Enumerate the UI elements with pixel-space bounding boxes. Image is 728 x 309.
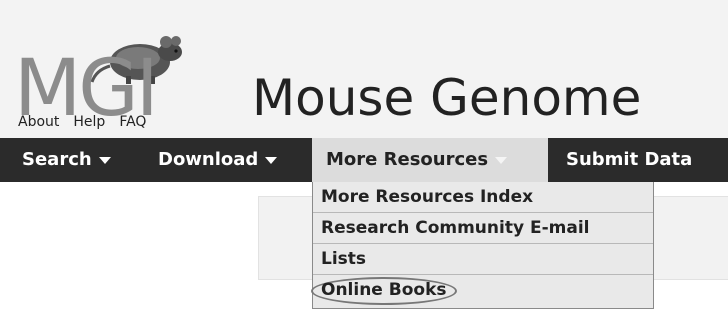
faq-link[interactable]: FAQ [119,114,146,130]
nav-submit-data-label: Submit Data [566,149,693,170]
menu-item-label: Online Books [321,280,447,300]
about-link[interactable]: About [18,114,59,130]
chevron-down-icon [495,156,508,164]
help-link[interactable]: Help [73,114,105,130]
site-title: Mouse Genome [252,69,642,127]
nav-more-resources-label: More Resources [326,149,489,170]
menu-item-label: Research Community E-mail [321,218,590,238]
menu-item-label: More Resources Index [321,187,534,207]
menu-item-research-community-email[interactable]: Research Community E-mail [313,213,653,244]
logo-links: About Help FAQ [18,114,146,130]
more-resources-menu: More Resources Index Research Community … [311,182,654,309]
mgi-logo[interactable]: MGI About Help FAQ [10,22,182,134]
nav-submit-data[interactable]: Submit Data [566,138,692,182]
nav-search[interactable]: Search [22,138,111,182]
main-nav: Search Download More Resources Submit Da… [0,138,728,182]
nav-download-label: Download [158,149,259,170]
menu-item-label: Lists [321,249,367,269]
nav-search-label: Search [22,149,92,170]
menu-item-lists[interactable]: Lists [313,244,653,275]
chevron-down-icon [265,156,278,164]
page-header: MGI About Help FAQ Mouse Genome [0,0,728,138]
chevron-down-icon [98,156,111,164]
menu-item-more-resources-index[interactable]: More Resources Index [313,182,653,213]
nav-download[interactable]: Download [158,138,278,182]
nav-more-resources[interactable]: More Resources [312,138,548,182]
menu-item-online-books[interactable]: Online Books [311,275,653,306]
